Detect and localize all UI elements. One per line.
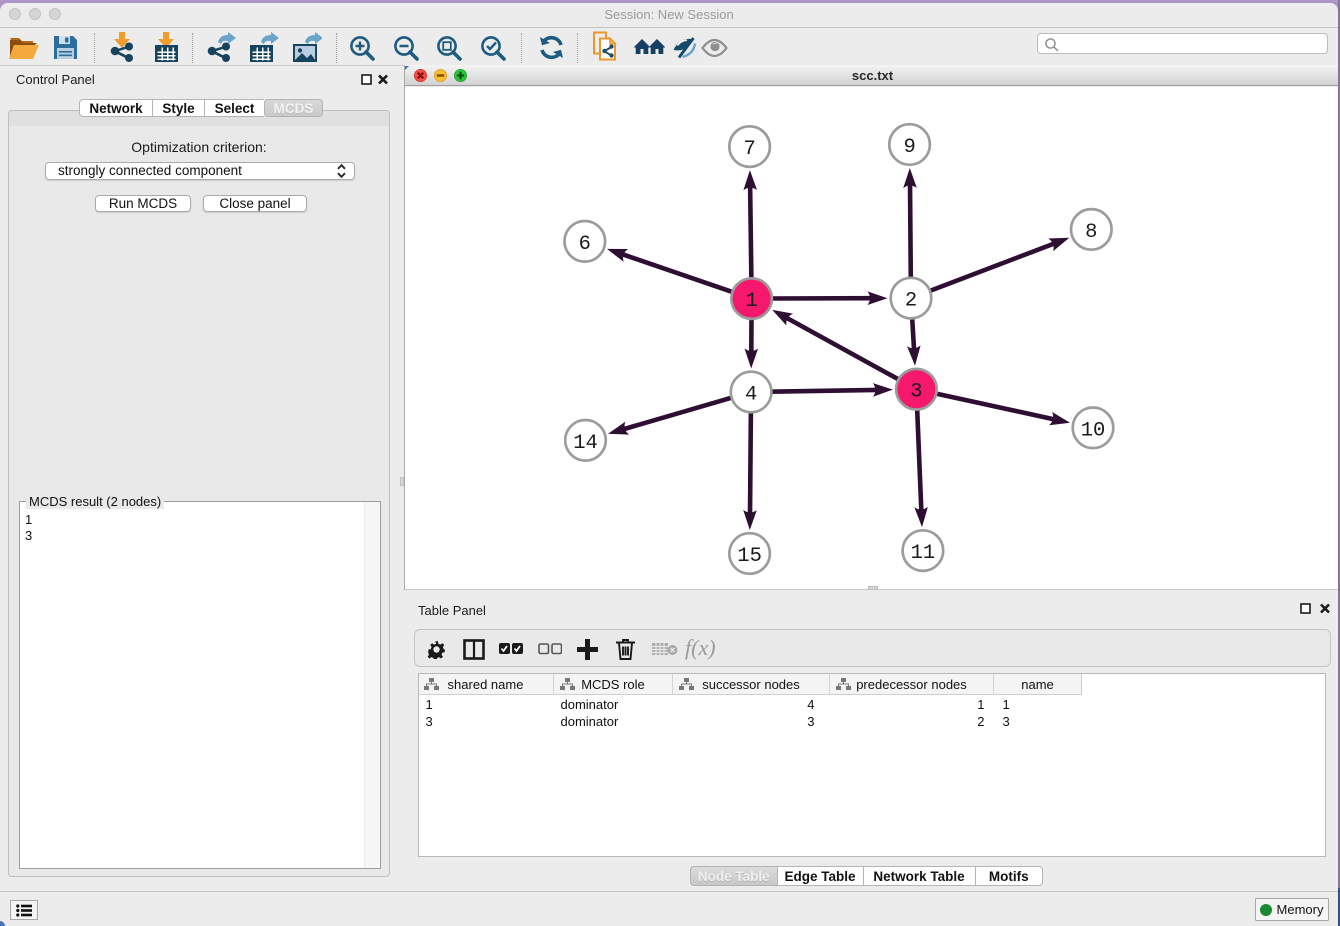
svg-text:4: 4 xyxy=(745,384,757,407)
svg-text:3: 3 xyxy=(910,381,922,404)
svg-text:8: 8 xyxy=(1085,221,1097,244)
svg-text:11: 11 xyxy=(911,542,936,565)
svg-text:2: 2 xyxy=(905,290,917,313)
svg-text:9: 9 xyxy=(903,136,915,159)
svg-text:14: 14 xyxy=(573,432,598,455)
svg-text:6: 6 xyxy=(579,233,591,256)
svg-text:1: 1 xyxy=(745,290,757,313)
svg-text:15: 15 xyxy=(737,545,762,568)
svg-text:7: 7 xyxy=(743,138,755,161)
svg-text:10: 10 xyxy=(1081,419,1106,442)
